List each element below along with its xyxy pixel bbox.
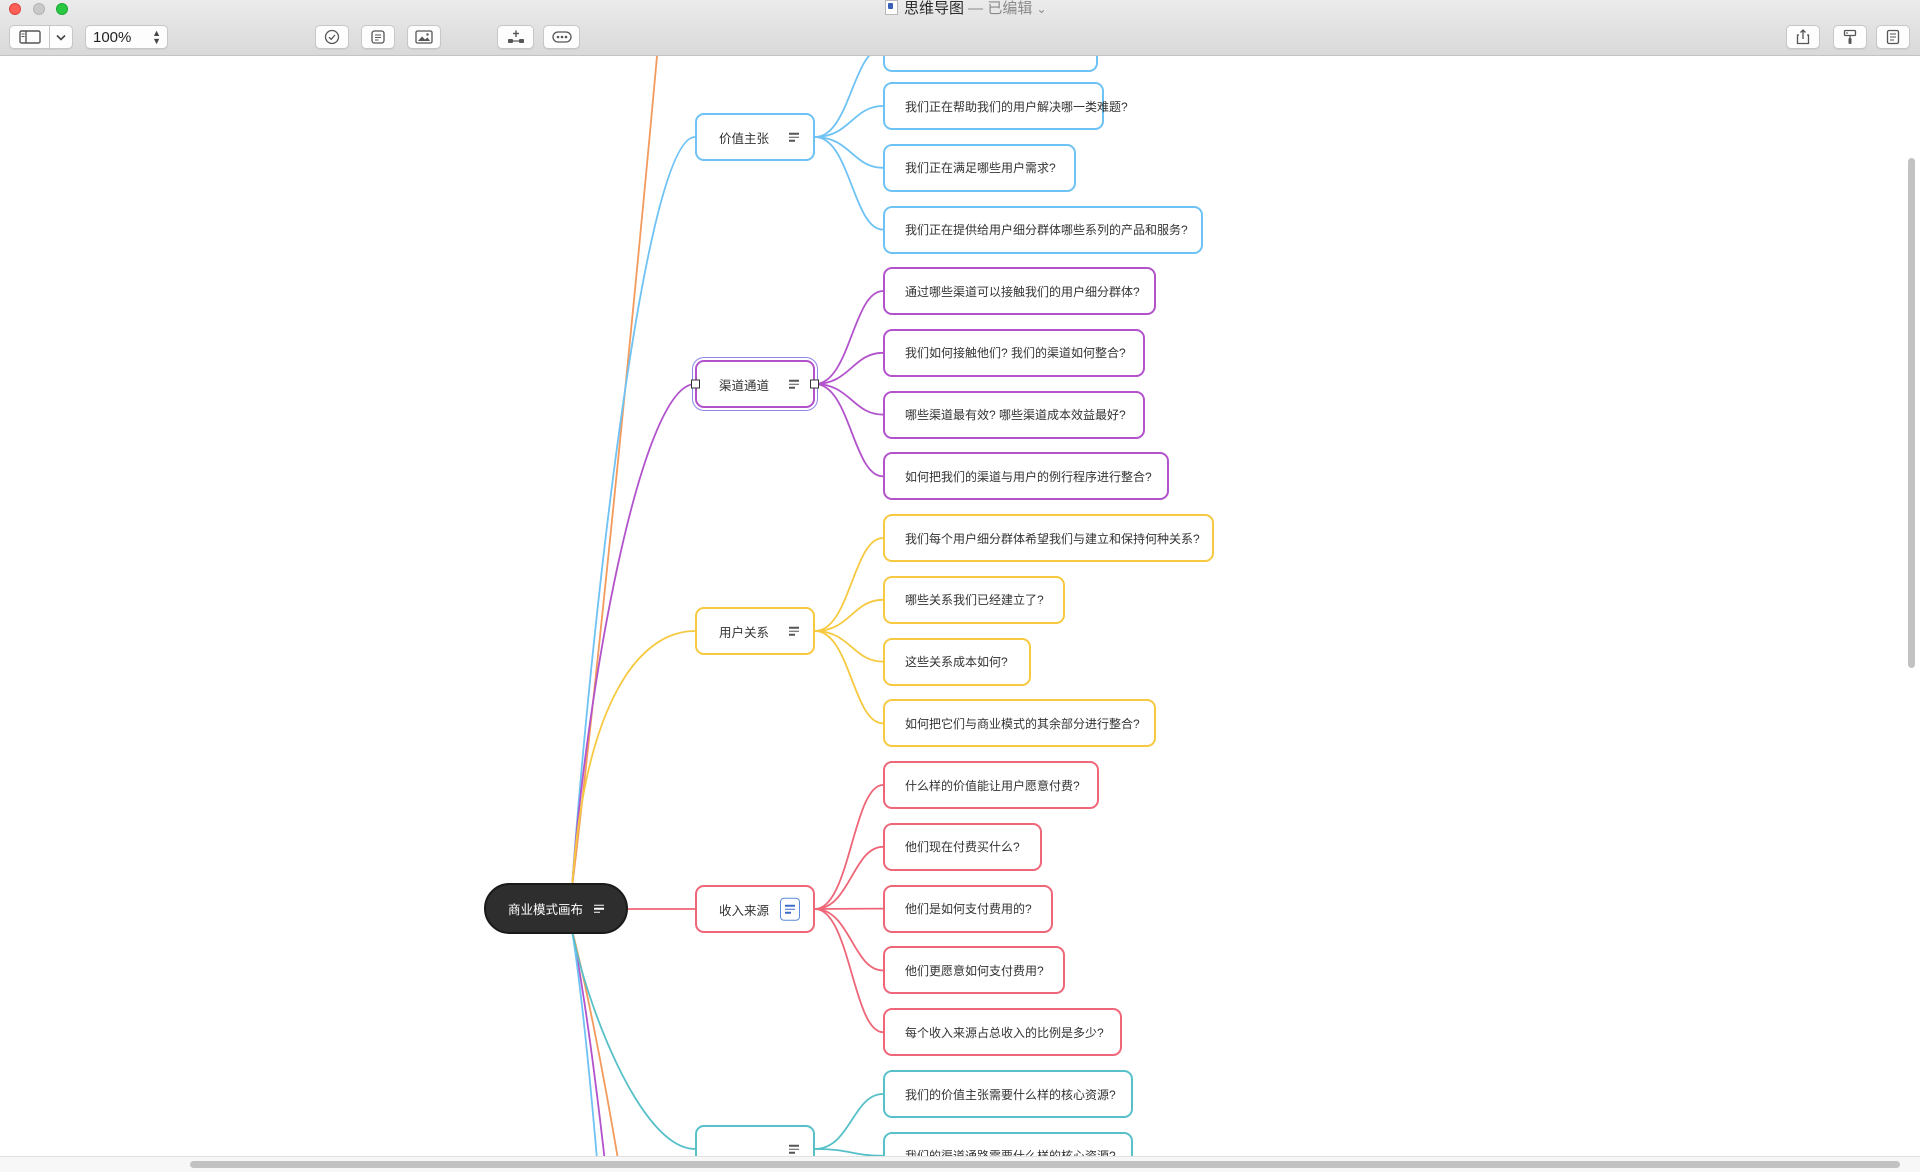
- horizontal-scroll-thumb[interactable]: [190, 1161, 1900, 1168]
- branch-topic[interactable]: 价值主张: [695, 113, 815, 161]
- branch-topic-label: 收入来源: [719, 900, 769, 919]
- selection-handle[interactable]: [810, 380, 819, 389]
- share-icon: [1796, 29, 1810, 45]
- branch-topic-label: 用户关系: [719, 622, 769, 641]
- connector-line-branch-child: [815, 1094, 883, 1149]
- mindmap-canvas[interactable]: 价值主张 我们正在帮助我们的用户解决哪一类难题? 我们正在满足哪些用户需求? 我们正在…: [0, 56, 1920, 1156]
- branch-topic[interactable]: 渠道通道: [695, 360, 815, 408]
- subtopic[interactable]: 我们的价值主张需要什么样的核心资源?: [883, 1070, 1133, 1118]
- document-edited-status: — 已编辑: [964, 0, 1032, 17]
- format-button[interactable]: [1833, 25, 1867, 49]
- selection-handle[interactable]: [691, 380, 700, 389]
- subtopic[interactable]: 什么样的价值能让用户愿意付费?: [883, 761, 1099, 809]
- connector-line-branch-child: [815, 353, 883, 384]
- notes-icon[interactable]: [789, 131, 799, 144]
- connector-line-branch-child: [815, 785, 883, 909]
- window-close-button[interactable]: [9, 3, 21, 15]
- chevron-down-icon: [56, 34, 66, 41]
- outline-button[interactable]: [1876, 25, 1910, 49]
- notes-icon[interactable]: [594, 902, 604, 915]
- window-title[interactable]: 思维导图 — 已编辑 ⌄: [885, 0, 1047, 18]
- notes-icon[interactable]: [789, 378, 799, 391]
- window-minimize-button[interactable]: [33, 3, 45, 15]
- format-brush-icon: [1843, 29, 1857, 45]
- central-topic-label: 商业模式画布: [508, 899, 583, 918]
- sidebar-toggle-button[interactable]: [9, 25, 50, 49]
- connector-line-branch-child: [815, 106, 883, 137]
- more-icon: [552, 31, 572, 43]
- subtopic[interactable]: 哪些渠道最有效? 哪些渠道成本效益最好?: [883, 391, 1145, 439]
- add-topic-button[interactable]: [497, 25, 534, 49]
- subtopic-offscreen[interactable]: [883, 56, 1098, 72]
- connector-line-branch-child: [815, 137, 883, 168]
- outline-icon: [1886, 29, 1900, 45]
- connector-line-branch-child: [815, 384, 883, 415]
- subtopic[interactable]: 我们每个用户细分群体希望我们与建立和保持何种关系?: [883, 514, 1214, 562]
- connector-line-branch-child: [815, 600, 883, 631]
- subtopic[interactable]: 我们正在满足哪些用户需求?: [883, 144, 1076, 192]
- connector-line-root-branch: [572, 384, 695, 888]
- subtopic[interactable]: 他们是如何支付费用的?: [883, 885, 1053, 933]
- image-icon: [415, 30, 433, 44]
- branch-topic[interactable]: 收入来源: [695, 885, 815, 933]
- view-menu-button[interactable]: [49, 25, 73, 49]
- insert-notes-button[interactable]: [361, 25, 395, 49]
- zoom-control[interactable]: 100% ▲▼: [85, 25, 168, 49]
- branch-topic-label: 价值主张: [719, 128, 769, 147]
- insert-image-button[interactable]: [407, 25, 441, 49]
- notes-icon[interactable]: [780, 898, 800, 921]
- zoom-stepper-icon[interactable]: ▲▼: [152, 29, 161, 45]
- document-icon: [885, 0, 898, 15]
- subtopic[interactable]: 这些关系成本如何?: [883, 638, 1031, 686]
- subtopic[interactable]: 我们的渠道通路需要什么样的核心资源?: [883, 1132, 1133, 1156]
- subtopic[interactable]: 哪些关系我们已经建立了?: [883, 576, 1065, 624]
- title-chevron-icon: ⌄: [1037, 2, 1047, 16]
- zoom-value: 100%: [93, 29, 131, 46]
- window-zoom-button[interactable]: [56, 3, 68, 15]
- connector-line-branch-child: [815, 909, 883, 1032]
- horizontal-scrollbar[interactable]: [0, 1156, 1920, 1172]
- subtopic[interactable]: 我们正在帮助我们的用户解决哪一类难题?: [883, 82, 1104, 130]
- connector-line-branch-child: [815, 56, 883, 137]
- branch-topic[interactable]: 用户关系: [695, 607, 815, 655]
- connector-line-root-branch: [572, 137, 695, 888]
- connector-line-branch-child: [815, 631, 883, 662]
- document-title: 思维导图: [904, 0, 964, 17]
- branch-topic-label: 渠道通道: [719, 375, 769, 394]
- checkmark-icon: [324, 29, 340, 45]
- subtopic[interactable]: 通过哪些渠道可以接触我们的用户细分群体?: [883, 267, 1156, 315]
- notes-icon[interactable]: [789, 625, 799, 638]
- more-button[interactable]: [543, 25, 580, 49]
- branch-topic[interactable]: [695, 1125, 815, 1156]
- connector-line-offscreen: [572, 930, 598, 1156]
- subtopic[interactable]: 我们如何接触他们? 我们的渠道如何整合?: [883, 329, 1145, 377]
- subtopic[interactable]: 每个收入来源占总收入的比例是多少?: [883, 1008, 1122, 1056]
- task-button[interactable]: [315, 25, 349, 49]
- connector-line-branch-child: [815, 1149, 883, 1156]
- subtopic[interactable]: 他们现在付费买什么?: [883, 823, 1042, 871]
- connector-line-offscreen: [572, 56, 662, 888]
- subtopic[interactable]: 我们正在提供给用户细分群体哪些系列的产品和服务?: [883, 206, 1203, 254]
- sidebar-icon: [19, 30, 41, 44]
- central-topic[interactable]: 商业模式画布: [484, 883, 628, 934]
- add-topic-icon: [507, 29, 525, 45]
- notes-icon[interactable]: [789, 1143, 799, 1156]
- window-toolbar: 思维导图 — 已编辑 ⌄ 100% ▲▼: [0, 0, 1920, 56]
- subtopic[interactable]: 他们更愿意如何支付费用?: [883, 946, 1065, 994]
- share-button[interactable]: [1786, 25, 1820, 49]
- vertical-scroll-thumb[interactable]: [1908, 158, 1915, 668]
- notes-icon: [370, 29, 386, 45]
- subtopic[interactable]: 如何把我们的渠道与用户的例行程序进行整合?: [883, 452, 1169, 500]
- subtopic[interactable]: 如何把它们与商业模式的其余部分进行整合?: [883, 699, 1156, 747]
